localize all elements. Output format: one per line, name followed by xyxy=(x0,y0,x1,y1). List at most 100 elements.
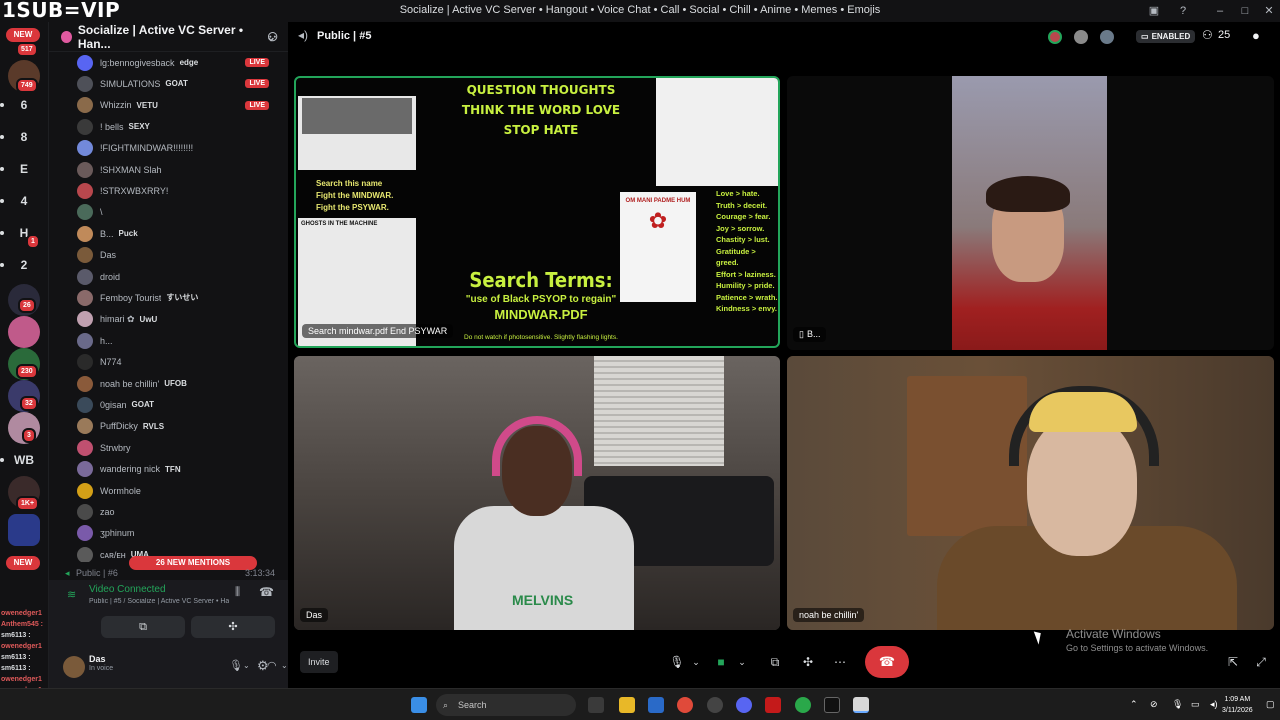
member-tag: SEXY xyxy=(128,122,150,132)
voice-member[interactable]: zao xyxy=(77,501,283,522)
noise-suppression-icon[interactable]: ⫼ xyxy=(235,586,240,599)
voice-member[interactable]: h... xyxy=(77,330,283,351)
gear-icon[interactable]: ⚙ xyxy=(257,658,269,674)
enabled-chip[interactable]: ▭ ENABLED xyxy=(1136,30,1196,43)
more-icon[interactable]: ⋯ xyxy=(831,651,849,673)
chevron-up-icon[interactable]: ⌃ xyxy=(1130,699,1138,710)
next-voice-channel[interactable]: ◂ Public | #6 3:13:34 xyxy=(65,568,281,579)
add-member-icon[interactable]: ⚇ xyxy=(267,30,278,44)
voice-member[interactable]: ! bells SEXY xyxy=(77,116,283,137)
notification-icon[interactable]: ▢ xyxy=(1266,699,1275,710)
screen-share-button[interactable]: ⧉ xyxy=(101,616,185,638)
chrome-icon[interactable] xyxy=(677,697,693,713)
voice-member[interactable]: droid xyxy=(77,266,283,287)
start-icon[interactable] xyxy=(411,697,427,713)
voice-member[interactable]: B... Puck xyxy=(77,223,283,244)
volume-icon[interactable]: ◂) xyxy=(1210,699,1218,710)
discord-icon[interactable] xyxy=(736,697,752,713)
close-button[interactable]: ✕ xyxy=(1261,3,1277,19)
server-icon[interactable]: WB xyxy=(8,444,40,476)
disconnect-icon[interactable]: ☎ xyxy=(259,585,274,599)
vc-channel-path[interactable]: Public | #5 / Socialize | Active VC Serv… xyxy=(89,598,229,605)
screen-share-icon[interactable]: ⧉ xyxy=(766,651,784,673)
end-call-button[interactable]: ☎ xyxy=(865,646,909,678)
voice-member[interactable]: SIMULATIONS GOAT LIVE xyxy=(77,73,283,94)
voice-member[interactable]: Wormhole xyxy=(77,480,283,501)
popout-icon[interactable]: ⇱ xyxy=(1224,651,1242,673)
task-view-icon[interactable] xyxy=(588,697,604,713)
taskbar-search[interactable]: ⌕ Search xyxy=(436,694,576,716)
chat-icon[interactable]: ● xyxy=(1252,28,1260,43)
maximize-button[interactable]: □ xyxy=(1237,3,1253,19)
voice-member[interactable]: !STRXWBXRRY! xyxy=(77,180,283,201)
avatar[interactable] xyxy=(1100,30,1114,44)
voice-member[interactable]: N774 xyxy=(77,352,283,373)
active-app-icon[interactable] xyxy=(853,697,869,713)
store-icon[interactable] xyxy=(648,697,664,713)
live-badge[interactable]: LIVE xyxy=(245,79,269,89)
voice-member[interactable]: Whizzin VETU LIVE xyxy=(77,95,283,116)
invite-button[interactable]: Invite xyxy=(300,651,338,673)
avatar[interactable] xyxy=(1048,30,1062,44)
new-badge[interactable]: NEW xyxy=(6,28,40,42)
voice-member[interactable]: lg:bennogivesback edge LIVE xyxy=(77,52,283,73)
voice-member[interactable]: 0gisan GOAT xyxy=(77,394,283,415)
server-icon[interactable]: 4 xyxy=(8,185,40,217)
server-icon[interactable]: 6 xyxy=(8,89,40,121)
voice-member[interactable]: Das xyxy=(77,245,283,266)
mic-tray-icon[interactable]: 🎙︎ xyxy=(1172,699,1183,710)
chevron-down-icon[interactable]: ⌄ xyxy=(690,651,702,673)
voice-member[interactable]: himari ✿ UwU xyxy=(77,309,283,330)
voice-member[interactable]: PuffDicky RVLS xyxy=(77,416,283,437)
chevron-down-icon[interactable]: ⌄ xyxy=(736,651,748,673)
user-name[interactable]: Das xyxy=(89,654,106,664)
inbox-icon[interactable]: ▣ xyxy=(1146,3,1162,19)
voice-member[interactable]: wandering nick TFN xyxy=(77,459,283,480)
chevron-down-icon[interactable]: ⌄ xyxy=(243,661,250,670)
voice-member[interactable]: !FIGHTMINDWAR!!!!!!!! xyxy=(77,138,283,159)
avatar[interactable] xyxy=(1074,30,1088,44)
terminal-icon[interactable] xyxy=(824,697,840,713)
activities-button[interactable]: ✣ xyxy=(191,616,275,638)
obs-icon[interactable] xyxy=(707,697,723,713)
stage-icon: ▭ xyxy=(1141,32,1149,41)
mic-icon[interactable]: 🎙︎ xyxy=(668,651,686,673)
fullscreen-icon[interactable]: ⤢ xyxy=(1252,651,1270,673)
camera-icon[interactable]: ■ xyxy=(712,651,730,673)
file-explorer-icon[interactable] xyxy=(619,697,635,713)
video-tile[interactable]: ▯ B... xyxy=(787,76,1274,350)
video-tile[interactable]: noah be chillin' xyxy=(787,356,1274,630)
unread-dot xyxy=(0,135,4,139)
clock[interactable]: 1:09 AM 3/11/2026 xyxy=(1222,694,1253,716)
stage-header: ◂) Public | #5 ▭ ENABLED ⚇ 25 ● xyxy=(288,22,1280,52)
video-tile[interactable]: MELVINS Das xyxy=(294,356,780,630)
mic-icon[interactable]: 🎙︎ xyxy=(229,659,243,672)
server-icon[interactable]: E xyxy=(8,153,40,185)
live-badge[interactable]: LIVE xyxy=(245,58,269,67)
acrobat-icon[interactable] xyxy=(765,697,781,713)
server-icon[interactable]: 2 xyxy=(8,249,40,281)
member-name: Femboy Tourist xyxy=(100,292,162,303)
server-icon[interactable]: 8 xyxy=(8,121,40,153)
voice-member[interactable]: \ xyxy=(77,202,283,223)
voice-member[interactable]: ʒphinum xyxy=(77,523,283,544)
chevron-down-icon[interactable]: ⌄ xyxy=(281,661,288,670)
voice-member[interactable]: noah be chillin' UFOB xyxy=(77,373,283,394)
minimize-button[interactable]: – xyxy=(1212,3,1228,19)
voice-member[interactable]: Strwbry xyxy=(77,437,283,458)
chrome-profile-icon[interactable] xyxy=(795,697,811,713)
voice-member[interactable]: Femboy Tourist すいせい xyxy=(77,287,283,308)
voice-member[interactable]: !SHXMAN Slah xyxy=(77,159,283,180)
activities-icon[interactable]: ✣ xyxy=(799,651,817,673)
vc-status[interactable]: Video Connected xyxy=(89,584,166,595)
folder-icon[interactable] xyxy=(8,514,40,546)
new-badge[interactable]: NEW xyxy=(6,556,40,570)
screen-share-tile[interactable]: Search this name Fight the MINDWAR. Figh… xyxy=(294,76,780,348)
guild-header[interactable]: Socialize | Active VC Server • Han... ⌄ … xyxy=(49,22,288,52)
member-name: B... xyxy=(100,228,114,239)
server-icon[interactable] xyxy=(8,316,40,348)
live-badge[interactable]: LIVE xyxy=(245,100,269,110)
network-off-icon[interactable]: ⊘ xyxy=(1150,699,1158,710)
help-icon[interactable]: ? xyxy=(1175,3,1191,19)
monitor-icon[interactable]: ▭ xyxy=(1191,699,1200,710)
